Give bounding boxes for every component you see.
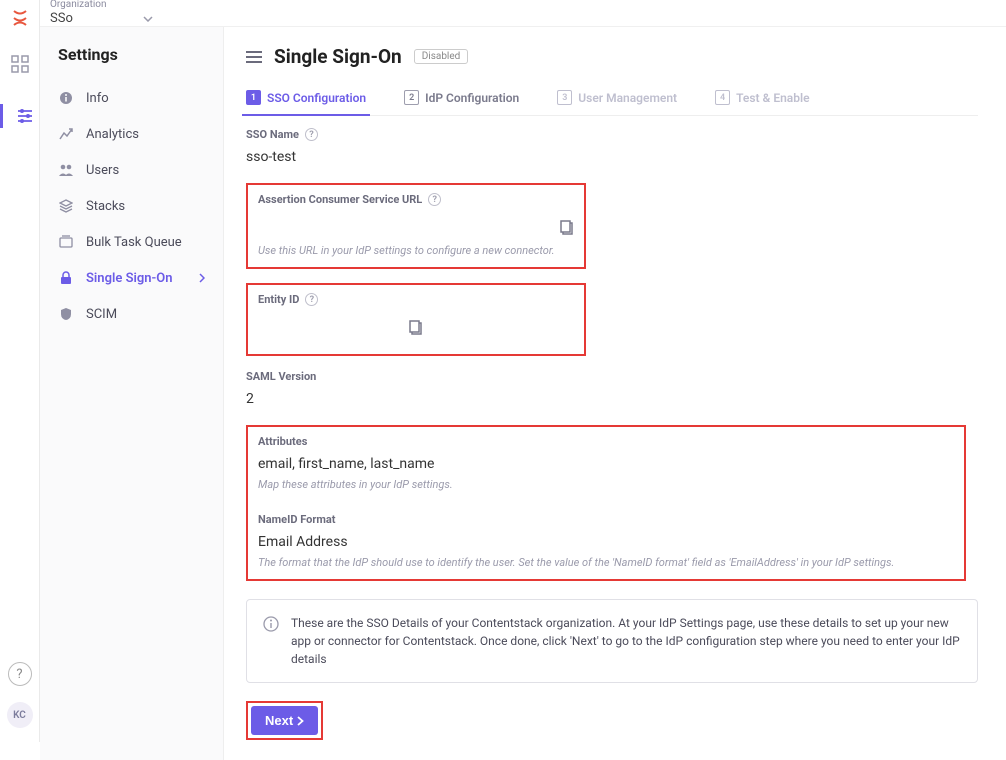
tab-label: IdP Configuration xyxy=(425,91,519,105)
acs-url-section: Assertion Consumer Service URL ? Use thi… xyxy=(246,183,586,269)
sidebar-title: Settings xyxy=(40,45,223,80)
step-number: 4 xyxy=(715,90,730,105)
nameid-value: Email Address xyxy=(258,534,954,550)
acs-url-hint: Use this URL in your IdP settings to con… xyxy=(258,244,574,257)
attributes-value: email, first_name, last_name xyxy=(258,456,954,472)
chevron-down-icon xyxy=(143,16,153,22)
sidebar-item-info[interactable]: Info xyxy=(40,80,223,116)
sidebar-item-label: Analytics xyxy=(86,127,139,142)
lock-icon xyxy=(58,270,74,286)
sidebar-item-bulk-task-queue[interactable]: Bulk Task Queue xyxy=(40,224,223,260)
entity-id-section: Entity ID ? xyxy=(246,283,586,356)
step-number: 1 xyxy=(246,90,261,105)
sidebar-item-label: Info xyxy=(86,91,109,106)
tab-idp-configuration[interactable]: 2 IdP Configuration xyxy=(404,90,519,115)
copy-icon[interactable] xyxy=(560,220,574,236)
settings-rail-icon[interactable] xyxy=(0,104,39,128)
help-tooltip-icon[interactable]: ? xyxy=(305,293,318,306)
help-tooltip-icon[interactable]: ? xyxy=(305,128,318,141)
status-badge: Disabled xyxy=(414,49,469,64)
menu-icon[interactable] xyxy=(246,50,262,64)
app-logo xyxy=(10,8,30,28)
tab-user-management[interactable]: 3 User Management xyxy=(557,90,677,115)
apps-icon[interactable] xyxy=(8,52,32,76)
left-rail: ? KC xyxy=(0,0,40,742)
stacks-icon xyxy=(58,198,74,214)
sidebar-item-users[interactable]: Users xyxy=(40,152,223,188)
sso-name-label: SSO Name ? xyxy=(246,128,978,141)
info-icon xyxy=(263,616,279,668)
avatar[interactable]: KC xyxy=(7,702,33,728)
config-tabs: 1 SSO Configuration 2 IdP Configuration … xyxy=(246,90,978,116)
info-icon xyxy=(58,90,74,106)
help-tooltip-icon[interactable]: ? xyxy=(428,193,441,206)
main-content: Single Sign-On Disabled 1 SSO Configurat… xyxy=(224,27,1006,760)
sidebar-item-scim[interactable]: SCIM xyxy=(40,296,223,332)
sidebar-item-sso[interactable]: Single Sign-On xyxy=(40,260,223,296)
next-button-highlight: Next xyxy=(246,701,323,740)
sidebar-item-label: SCIM xyxy=(86,307,117,322)
step-number: 2 xyxy=(404,90,419,105)
saml-version-value: 2 xyxy=(246,391,978,407)
org-name: SSo xyxy=(50,11,73,26)
entity-id-label: Entity ID ? xyxy=(258,293,574,306)
tab-label: SSO Configuration xyxy=(267,91,366,105)
tab-sso-configuration[interactable]: 1 SSO Configuration xyxy=(246,90,366,115)
sidebar-item-label: Stacks xyxy=(86,199,125,214)
settings-sidebar: Settings Info Analytics Users Stacks xyxy=(40,27,224,760)
sidebar-item-label: Users xyxy=(86,163,119,178)
tab-label: Test & Enable xyxy=(736,91,809,105)
sidebar-item-analytics[interactable]: Analytics xyxy=(40,116,223,152)
page-title: Single Sign-On xyxy=(274,45,402,68)
acs-url-label: Assertion Consumer Service URL ? xyxy=(258,193,574,206)
tab-label: User Management xyxy=(578,91,677,105)
copy-icon[interactable] xyxy=(409,320,423,336)
step-number: 3 xyxy=(557,90,572,105)
users-icon xyxy=(58,162,74,178)
page-header: Single Sign-On Disabled xyxy=(246,45,978,68)
sso-name-value: sso-test xyxy=(246,149,978,165)
info-banner: These are the SSO Details of your Conten… xyxy=(246,599,978,683)
chevron-right-icon xyxy=(297,716,304,726)
nameid-label: NameID Format xyxy=(258,513,954,526)
sidebar-item-stacks[interactable]: Stacks xyxy=(40,188,223,224)
topbar: Organization SSo xyxy=(40,0,1006,27)
analytics-icon xyxy=(58,126,74,142)
sidebar-item-label: Bulk Task Queue xyxy=(86,235,182,250)
attributes-nameid-section: Attributes email, first_name, last_name … xyxy=(246,425,966,581)
sidebar-item-label: Single Sign-On xyxy=(86,271,173,286)
next-button[interactable]: Next xyxy=(251,706,318,735)
attributes-hint: Map these attributes in your IdP setting… xyxy=(258,478,954,491)
chevron-right-icon xyxy=(199,273,205,283)
shield-icon xyxy=(58,306,74,322)
help-icon[interactable]: ? xyxy=(8,662,32,686)
org-label: Organization xyxy=(50,0,153,10)
info-text: These are the SSO Details of your Conten… xyxy=(291,614,961,668)
org-selector[interactable]: SSo xyxy=(50,11,153,26)
attributes-label: Attributes xyxy=(258,435,954,448)
saml-version-label: SAML Version xyxy=(246,370,978,383)
nameid-hint: The format that the IdP should use to id… xyxy=(258,556,954,569)
tab-test-enable[interactable]: 4 Test & Enable xyxy=(715,90,809,115)
queue-icon xyxy=(58,234,74,250)
